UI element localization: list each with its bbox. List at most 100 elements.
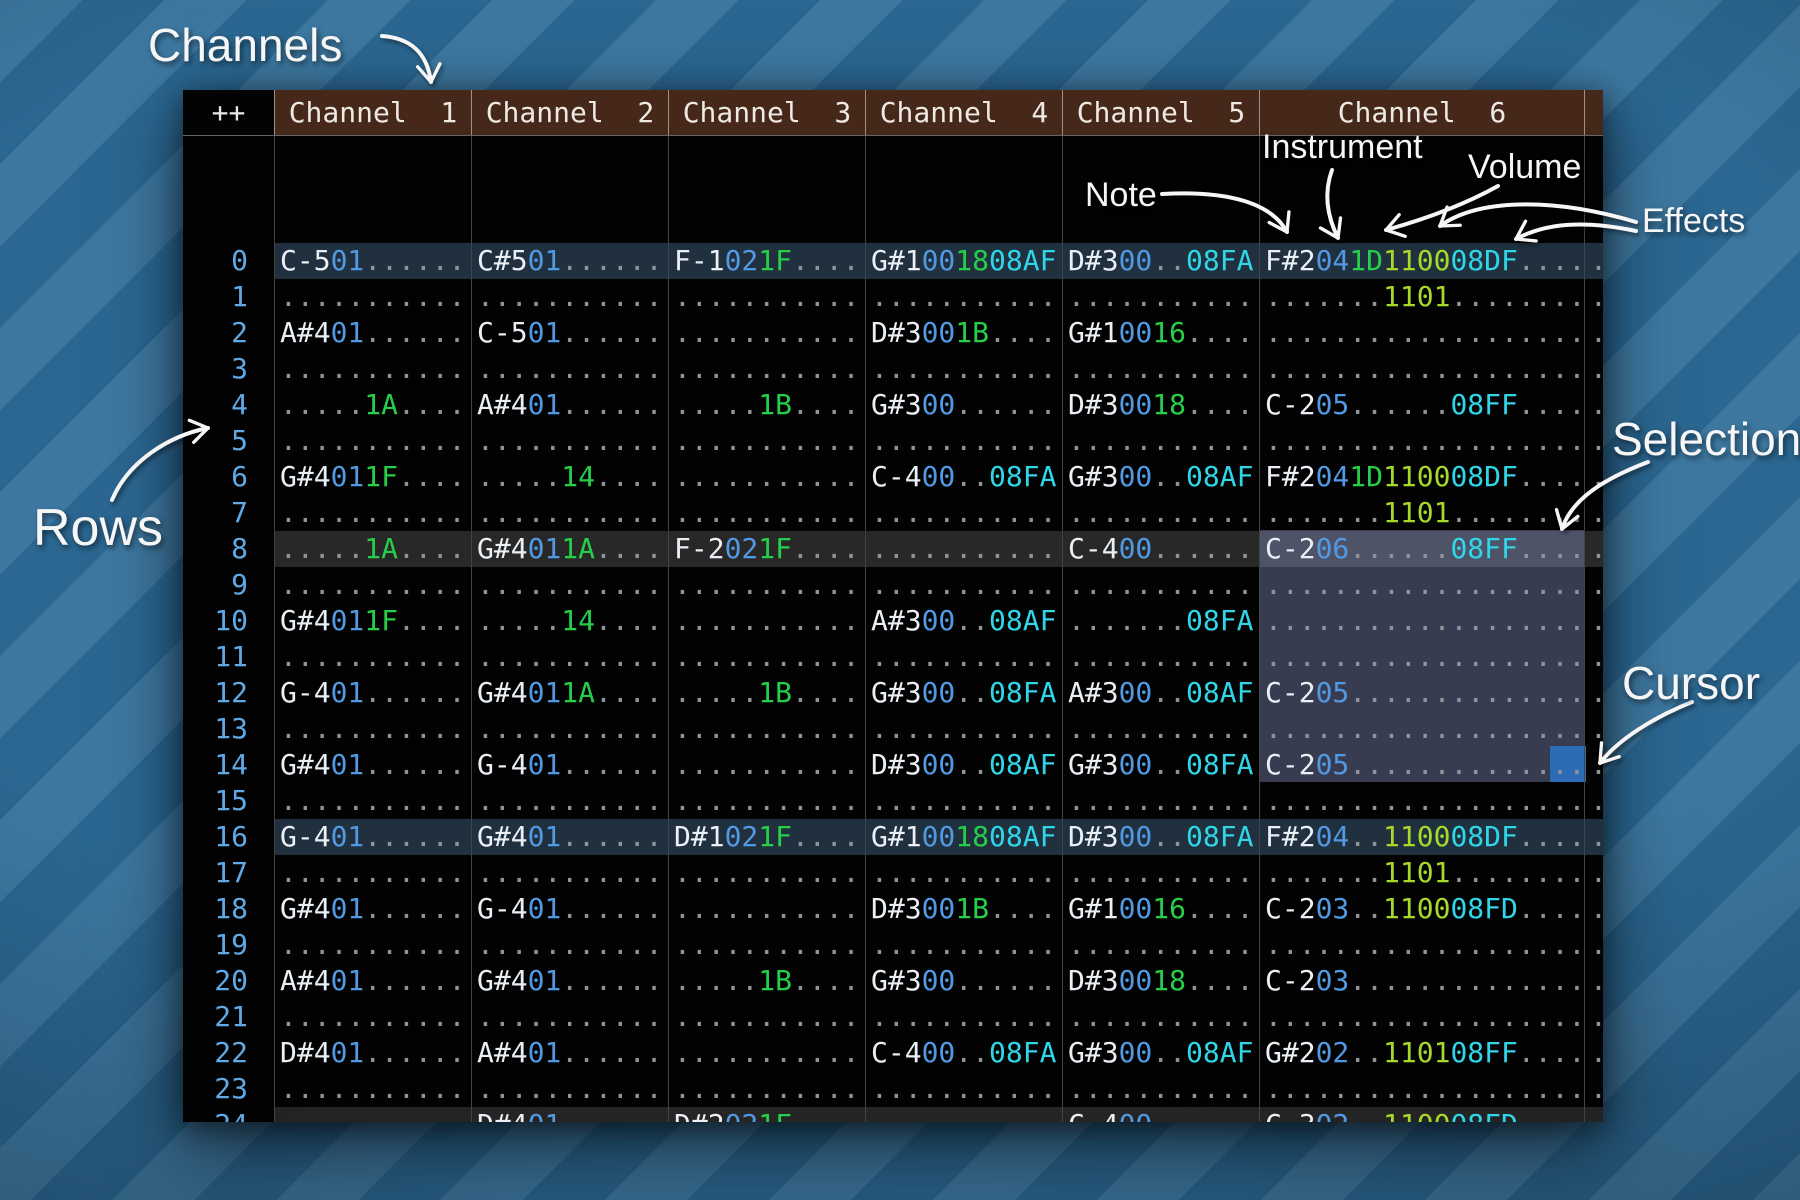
pattern-cell-r22-ch2[interactable]: A#401...... [471, 1035, 668, 1071]
pattern-cell-r21-ch4[interactable]: ........... [865, 999, 1062, 1035]
add-channel-button[interactable]: ++ [183, 90, 274, 135]
pattern-cell-r24-ch1[interactable]: ........... [274, 1107, 471, 1122]
pattern-cell-r4-ch4[interactable]: G#300...... [865, 387, 1062, 423]
pattern-cell-r10-ch5[interactable]: .......08FA [1062, 603, 1259, 639]
pattern-cell-r3-ch6[interactable]: ................... [1259, 351, 1584, 387]
pattern-cell-r6-ch6[interactable]: F#2041D110008DF.... [1259, 459, 1584, 495]
pattern-cell-r12-ch1[interactable]: G-401...... [274, 675, 471, 711]
pattern-cell-r24-ch2[interactable]: D#401...... [471, 1107, 668, 1122]
pattern-cell-r10-ch4[interactable]: A#300..08AF [865, 603, 1062, 639]
pattern-cell-r23-ch6[interactable]: ................... [1259, 1071, 1584, 1107]
pattern-cell-r19-ch5[interactable]: ........... [1062, 927, 1259, 963]
pattern-cell-r18-ch2[interactable]: G-401...... [471, 891, 668, 927]
pattern-cell-r6-ch1[interactable]: G#4011F.... [274, 459, 471, 495]
pattern-cell-r5-ch1[interactable]: ........... [274, 423, 471, 459]
pattern-cell-r1-ch4[interactable]: ........... [865, 279, 1062, 315]
pattern-cell-r4-ch1[interactable]: .....1A.... [274, 387, 471, 423]
pattern-cell-r23-ch5[interactable]: ........... [1062, 1071, 1259, 1107]
pattern-cell-r12-ch5[interactable]: A#300..08AF [1062, 675, 1259, 711]
pattern-cell-r12-ch4[interactable]: G#300..08FA [865, 675, 1062, 711]
pattern-cell-r15-ch4[interactable]: ........... [865, 783, 1062, 819]
pattern-cell-r15-ch2[interactable]: ........... [471, 783, 668, 819]
pattern-cell-r15-ch1[interactable]: ........... [274, 783, 471, 819]
pattern-cell-r17-ch5[interactable]: ........... [1062, 855, 1259, 891]
pattern-cell-r7-ch4[interactable]: ........... [865, 495, 1062, 531]
pattern-cell-r14-ch1[interactable]: G#401...... [274, 747, 471, 783]
pattern-cell-r19-ch6[interactable]: ................... [1259, 927, 1584, 963]
pattern-cell-r0-ch4[interactable]: G#1001808AF [865, 243, 1062, 279]
pattern-cell-r2-ch2[interactable]: C-501...... [471, 315, 668, 351]
pattern-cell-r17-ch1[interactable]: ........... [274, 855, 471, 891]
pattern-cell-r7-ch1[interactable]: ........... [274, 495, 471, 531]
pattern-cell-r18-ch5[interactable]: G#10016.... [1062, 891, 1259, 927]
pattern-cell-r18-ch3[interactable]: ........... [668, 891, 865, 927]
pattern-cell-r21-ch5[interactable]: ........... [1062, 999, 1259, 1035]
pattern-cell-r6-ch3[interactable]: ........... [668, 459, 865, 495]
pattern-cell-r5-ch6[interactable]: ................... [1259, 423, 1584, 459]
pattern-cell-r8-ch1[interactable]: .....1A.... [274, 531, 471, 567]
pattern-cell-r15-ch5[interactable]: ........... [1062, 783, 1259, 819]
pattern-cell-r10-ch2[interactable]: .....14.... [471, 603, 668, 639]
pattern-cell-r16-ch2[interactable]: G#401...... [471, 819, 668, 855]
pattern-cell-r24-ch5[interactable]: C-400...... [1062, 1107, 1259, 1122]
pattern-cell-r22-ch4[interactable]: C-400..08FA [865, 1035, 1062, 1071]
channel-header-3[interactable]: Channel 3 [668, 90, 865, 135]
pattern-cell-r12-ch6[interactable]: C-205.............. [1259, 675, 1584, 711]
pattern-cell-r2-ch6[interactable]: ................... [1259, 315, 1584, 351]
pattern-cell-r22-ch5[interactable]: G#300..08AF [1062, 1035, 1259, 1071]
pattern-cell-r4-ch5[interactable]: D#30018.... [1062, 387, 1259, 423]
pattern-cell-r3-ch2[interactable]: ........... [471, 351, 668, 387]
pattern-cell-r2-ch3[interactable]: ........... [668, 315, 865, 351]
pattern-cell-r23-ch4[interactable]: ........... [865, 1071, 1062, 1107]
pattern-cell-r23-ch1[interactable]: ........... [274, 1071, 471, 1107]
pattern-cell-r16-ch5[interactable]: D#300..08FA [1062, 819, 1259, 855]
pattern-cell-r5-ch3[interactable]: ........... [668, 423, 865, 459]
pattern-cell-r18-ch6[interactable]: C-203..110008FD.... [1259, 891, 1584, 927]
pattern-cell-r7-ch3[interactable]: ........... [668, 495, 865, 531]
pattern-cell-r6-ch2[interactable]: .....14.... [471, 459, 668, 495]
pattern-cell-r17-ch4[interactable]: ........... [865, 855, 1062, 891]
channel-header-5[interactable]: Channel 5 [1062, 90, 1259, 135]
pattern-cell-r13-ch6[interactable]: ................... [1259, 711, 1584, 747]
pattern-cell-r20-ch6[interactable]: C-203.............. [1259, 963, 1584, 999]
pattern-cell-r0-ch6[interactable]: F#2041D110008DF.... [1259, 243, 1584, 279]
pattern-cell-r15-ch6[interactable]: ................... [1259, 783, 1584, 819]
pattern-cell-r2-ch4[interactable]: D#3001B.... [865, 315, 1062, 351]
pattern-cell-r8-ch6[interactable]: C-206......08FF.... [1259, 531, 1584, 567]
pattern-cell-r19-ch3[interactable]: ........... [668, 927, 865, 963]
pattern-cell-r9-ch5[interactable]: ........... [1062, 567, 1259, 603]
pattern-cell-r1-ch3[interactable]: ........... [668, 279, 865, 315]
pattern-cell-r21-ch6[interactable]: ................... [1259, 999, 1584, 1035]
pattern-cell-r11-ch2[interactable]: ........... [471, 639, 668, 675]
pattern-cell-r17-ch3[interactable]: ........... [668, 855, 865, 891]
pattern-cell-r14-ch4[interactable]: D#300..08AF [865, 747, 1062, 783]
pattern-cell-r8-ch5[interactable]: C-400...... [1062, 531, 1259, 567]
pattern-cell-r3-ch4[interactable]: ........... [865, 351, 1062, 387]
pattern-cell-r10-ch3[interactable]: ........... [668, 603, 865, 639]
pattern-cell-r1-ch2[interactable]: ........... [471, 279, 668, 315]
pattern-cell-r7-ch2[interactable]: ........... [471, 495, 668, 531]
pattern-cell-r14-ch3[interactable]: ........... [668, 747, 865, 783]
pattern-cell-r10-ch6[interactable]: ................... [1259, 603, 1584, 639]
pattern-cell-r19-ch1[interactable]: ........... [274, 927, 471, 963]
pattern-cell-r5-ch4[interactable]: ........... [865, 423, 1062, 459]
pattern-cell-r0-ch5[interactable]: D#300..08FA [1062, 243, 1259, 279]
pattern-cell-r16-ch3[interactable]: D#1021F.... [668, 819, 865, 855]
pattern-cell-r17-ch2[interactable]: ........... [471, 855, 668, 891]
pattern-cell-r17-ch6[interactable]: .......1101........ [1259, 855, 1584, 891]
pattern-cell-r3-ch3[interactable]: ........... [668, 351, 865, 387]
pattern-cell-r20-ch5[interactable]: D#30018.... [1062, 963, 1259, 999]
pattern-cell-r4-ch6[interactable]: C-205......08FF.... [1259, 387, 1584, 423]
pattern-cell-r24-ch6[interactable]: C-302..110008FD.... [1259, 1107, 1584, 1122]
pattern-cell-r3-ch5[interactable]: ........... [1062, 351, 1259, 387]
pattern-cell-r23-ch3[interactable]: ........... [668, 1071, 865, 1107]
pattern-cell-r14-ch6[interactable]: C-205.............. [1259, 747, 1584, 783]
pattern-cell-r11-ch5[interactable]: ........... [1062, 639, 1259, 675]
pattern-cell-r11-ch6[interactable]: ................... [1259, 639, 1584, 675]
pattern-cell-r22-ch1[interactable]: D#401...... [274, 1035, 471, 1071]
pattern-cell-r18-ch4[interactable]: D#3001B.... [865, 891, 1062, 927]
pattern-cell-r20-ch1[interactable]: A#401...... [274, 963, 471, 999]
pattern-cell-r9-ch3[interactable]: ........... [668, 567, 865, 603]
pattern-cell-r4-ch2[interactable]: A#401...... [471, 387, 668, 423]
pattern-cell-r14-ch5[interactable]: G#300..08FA [1062, 747, 1259, 783]
